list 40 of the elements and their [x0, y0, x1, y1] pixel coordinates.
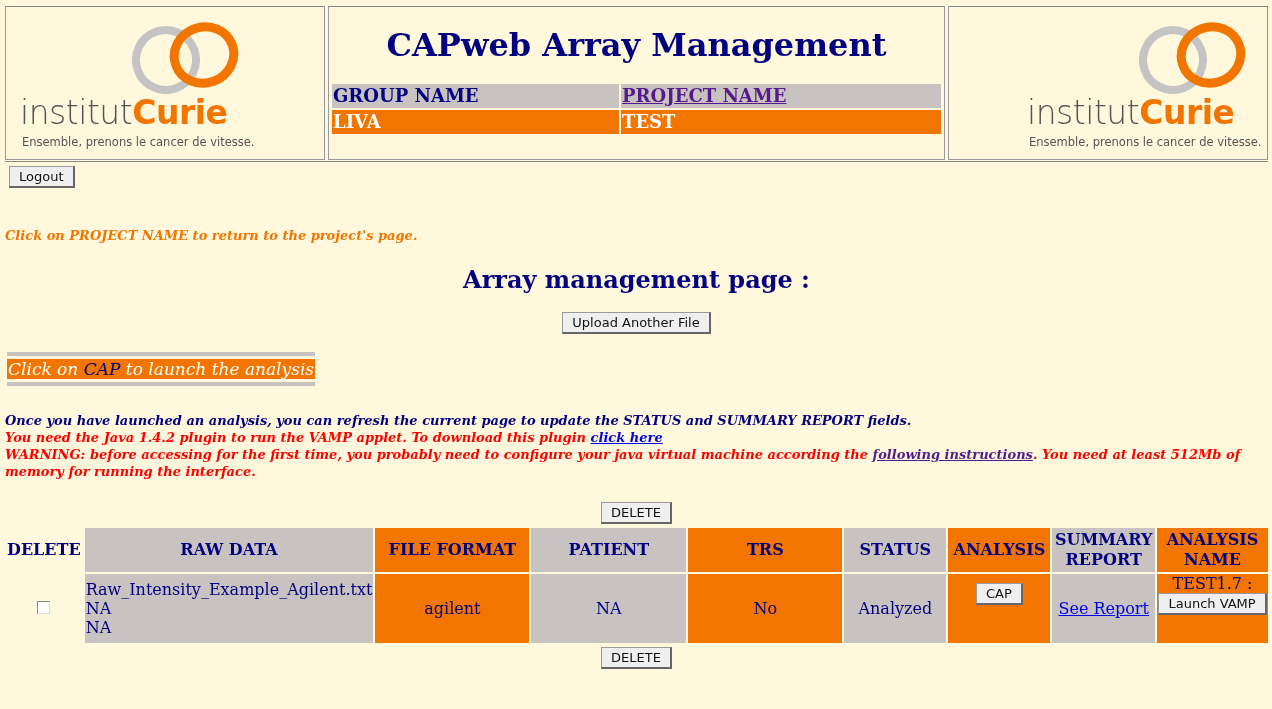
instructions-link[interactable]: following instructions: [872, 447, 1033, 462]
column-header: STATUS: [844, 528, 947, 572]
delete-checkbox[interactable]: [37, 601, 51, 614]
table-cell: No: [688, 574, 843, 643]
project-value: TEST: [621, 110, 941, 134]
page-title: Array management page :: [461, 265, 811, 294]
delete-button[interactable]: DELETE: [601, 502, 672, 524]
launch-vamp-button[interactable]: Launch VAMP: [1158, 593, 1267, 615]
column-header: TRS: [688, 528, 843, 572]
logo-tagline: Ensemble, prenons le cancer de vitesse.: [1029, 135, 1262, 149]
warning-note: WARNING: before accessing for the first time, you probably need to configure your java virtual machine according the following instructions. You need at least 512Mb of memory for running the interface.: [5, 446, 1243, 480]
raw-data-line: NA: [85, 618, 113, 637]
delete-button[interactable]: DELETE: [601, 647, 672, 669]
logo-wordmark: institutCurie: [20, 96, 228, 129]
logo-wordmark: institutCurie: [1027, 96, 1235, 129]
info-note: Once you have launched an analysis, you can refresh the current page to update the STATUS and SUMMARY REPORT fields.: [5, 412, 913, 429]
group-label: GROUP NAME: [332, 84, 619, 108]
project-hint: Click on PROJECT NAME to return to the project's page.: [5, 228, 419, 243]
column-header: PATIENT: [531, 528, 687, 572]
column-header: ANALYSIS: [948, 528, 1051, 572]
warning-note: You need the Java 1.4.2 plugin to run the VAMP applet. To download this plugin click here: [5, 429, 664, 446]
table-cell: agilent: [375, 574, 530, 643]
instructions-link[interactable]: click here: [590, 430, 663, 445]
table-cell: Analyzed: [844, 574, 947, 643]
column-header: SUMMARY REPORT: [1052, 528, 1156, 572]
raw-data-line: NA: [85, 599, 113, 618]
logout-button[interactable]: Logout: [9, 166, 75, 188]
column-header: FILE FORMAT: [375, 528, 530, 572]
column-header: DELETE: [6, 539, 82, 561]
logo-tagline: Ensemble, prenons le cancer de vitesse.: [22, 135, 255, 149]
cap-banner: Click on CAP to launch the analysis: [7, 359, 316, 379]
cap-button[interactable]: CAP: [975, 583, 1023, 605]
group-value: LIVA: [332, 110, 619, 134]
column-header: RAW DATA: [84, 528, 374, 572]
upload-button[interactable]: Upload Another File: [562, 312, 711, 334]
raw-data-line: Raw_Intensity_Example_Agilent.txt: [85, 580, 373, 599]
analysis-name: TEST1.7 :: [1172, 574, 1253, 593]
column-header: ANALYSIS NAME: [1157, 528, 1268, 572]
page-header-title: CAPweb Array Management: [385, 26, 888, 64]
table-cell: NA: [531, 574, 687, 643]
